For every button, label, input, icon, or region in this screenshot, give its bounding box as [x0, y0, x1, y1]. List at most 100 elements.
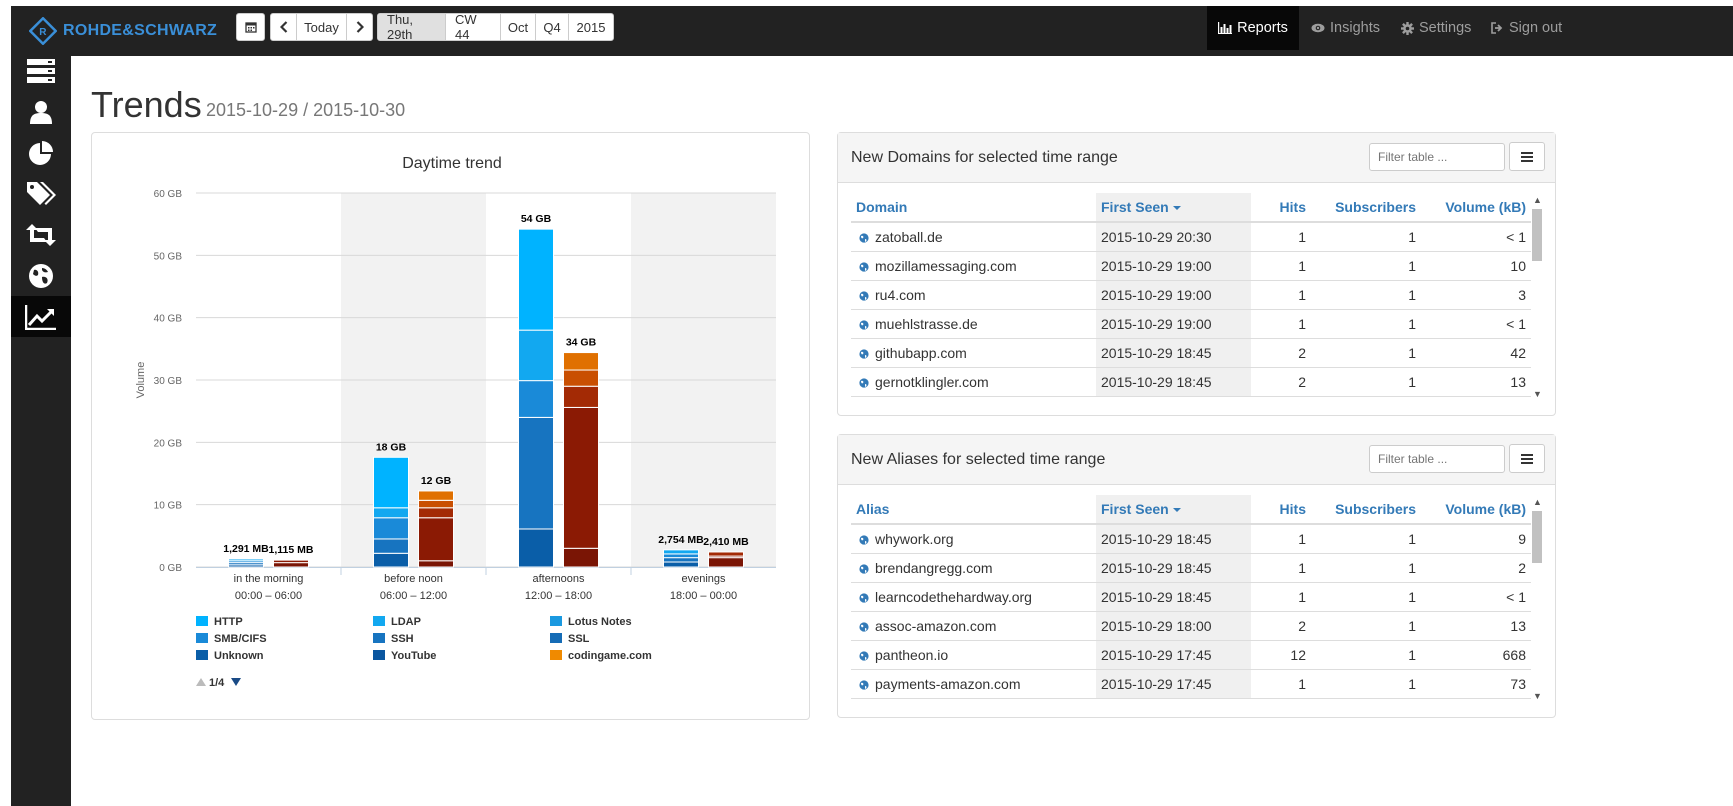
table-row[interactable]: whywork.org 2015-10-29 18:45 1 1 9	[851, 524, 1531, 554]
col-first-seen[interactable]: First Seen	[1096, 193, 1251, 223]
sidebar-item-trends[interactable]	[11, 296, 71, 337]
cell-name[interactable]: whywork.org	[851, 524, 1096, 554]
user-icon	[30, 100, 52, 124]
bar-segment	[273, 559, 309, 564]
next-day-button[interactable]	[347, 14, 372, 40]
sidebar-item-retweet[interactable]	[11, 214, 71, 255]
table-row[interactable]: gernotklingler.com 2015-10-29 18:45 2 1 13	[851, 367, 1531, 397]
cell-name[interactable]: gernotklingler.com	[851, 367, 1096, 397]
scroll-up-icon[interactable]: ▲	[1533, 195, 1542, 205]
daytime-trend-panel: 0 GB 10 GB 20 GB 30 GB 40 GB 50 GB 60 GB Daytim…	[91, 132, 810, 720]
cell-name[interactable]: pantheon.io	[851, 640, 1096, 670]
x-category-time: 12:00 – 18:00	[525, 590, 592, 602]
cell-name[interactable]: payments-amazon.com	[851, 669, 1096, 699]
brand-name: ROHDE&SCHWARZ	[63, 22, 218, 39]
table-row[interactable]: muehlstrasse.de 2015-10-29 19:00 1 1 < 1	[851, 309, 1531, 339]
cell-name[interactable]: ru4.com	[851, 280, 1096, 310]
bar-segment	[373, 538, 409, 554]
bar-segment	[518, 416, 554, 530]
cell-name[interactable]: learncodethehardway.org	[851, 582, 1096, 612]
nav-sign-out[interactable]: Sign out	[1491, 6, 1562, 50]
col-domain[interactable]: Domain	[851, 193, 1096, 223]
bar-total-label: 1,291 MB	[223, 543, 269, 555]
aliases-scrollbar[interactable]: ▲ ▼	[1531, 497, 1543, 703]
x-category-label: evenings	[681, 573, 726, 585]
col-hits[interactable]: Hits	[1251, 193, 1311, 223]
today-button[interactable]: Today	[297, 14, 347, 40]
col-volume[interactable]: Volume (kB)	[1421, 193, 1531, 223]
scroll-up-icon[interactable]: ▲	[1533, 497, 1542, 507]
cell-name[interactable]: brendangregg.com	[851, 553, 1096, 583]
domains-scroll-thumb[interactable]	[1532, 209, 1542, 261]
y-tick-label: 20 GB	[154, 438, 183, 449]
sidebar-item-servers[interactable]	[11, 50, 71, 91]
period-month[interactable]: Oct	[501, 14, 536, 40]
y-tick-label: 10 GB	[154, 501, 183, 512]
table-row[interactable]: brendangregg.com 2015-10-29 18:45 1 1 2	[851, 553, 1531, 583]
nav-insights[interactable]: Insights	[1311, 6, 1380, 50]
cell-name[interactable]: mozillamessaging.com	[851, 251, 1096, 281]
calendar-button[interactable]	[236, 13, 265, 41]
page-title: Trends	[91, 84, 202, 125]
col-volume[interactable]: Volume (kB)	[1421, 495, 1531, 525]
cell-name[interactable]: zatoball.de	[851, 222, 1096, 252]
sidebar-item-world[interactable]	[11, 255, 71, 296]
nav-reports[interactable]: Reports	[1207, 6, 1299, 50]
cell-subscribers: 1	[1311, 524, 1421, 554]
aliases-scroll-thumb[interactable]	[1532, 511, 1542, 563]
cell-subscribers: 1	[1311, 251, 1421, 281]
table-row[interactable]: zatoball.de 2015-10-29 20:30 1 1 < 1	[851, 222, 1531, 252]
legend-label: Unknown	[214, 650, 264, 662]
period-year[interactable]: 2015	[569, 14, 613, 40]
domains-menu-button[interactable]	[1509, 142, 1545, 171]
cell-subscribers: 1	[1311, 640, 1421, 670]
brand-logo[interactable]: R ROHDE&SCHWARZ	[29, 16, 217, 46]
col-alias[interactable]: Alias	[851, 495, 1096, 525]
bar-total-label: 2,410 MB	[703, 536, 749, 548]
new-domains-title: New Domains for selected time range	[851, 149, 1118, 166]
table-row[interactable]: mozillamessaging.com 2015-10-29 19:00 1 1 10	[851, 251, 1531, 281]
col-first-seen[interactable]: First Seen	[1096, 495, 1251, 525]
period-day[interactable]: Thu, 29th	[378, 14, 446, 40]
cell-subscribers: 1	[1311, 582, 1421, 612]
cell-name[interactable]: muehlstrasse.de	[851, 309, 1096, 339]
table-row[interactable]: payments-amazon.com 2015-10-29 17:45 1 1 73	[851, 669, 1531, 699]
col-hits[interactable]: Hits	[1251, 495, 1311, 525]
y-tick-label: 40 GB	[154, 314, 183, 325]
domains-scrollbar[interactable]: ▲ ▼	[1531, 195, 1543, 401]
table-row[interactable]: githubapp.com 2015-10-29 18:45 2 1 42	[851, 338, 1531, 368]
globe-icon	[859, 563, 869, 574]
nav-insights-label: Insights	[1330, 20, 1380, 36]
aliases-filter-input[interactable]	[1369, 445, 1505, 473]
sidebar-item-tags[interactable]	[11, 173, 71, 214]
col-subscribers[interactable]: Subscribers	[1311, 495, 1421, 525]
nav-settings[interactable]: Settings	[1401, 6, 1471, 50]
scroll-down-icon[interactable]: ▼	[1533, 691, 1542, 701]
cell-subscribers: 1	[1311, 611, 1421, 641]
legend-label: Lotus Notes	[568, 616, 632, 628]
cell-volume: < 1	[1421, 309, 1531, 339]
table-row[interactable]: assoc-amazon.com 2015-10-29 18:00 2 1 13	[851, 611, 1531, 641]
globe-icon	[859, 592, 869, 603]
col-subscribers[interactable]: Subscribers	[1311, 193, 1421, 223]
period-quarter[interactable]: Q4	[536, 14, 569, 40]
hamburger-icon	[1521, 453, 1533, 464]
cell-name[interactable]: githubapp.com	[851, 338, 1096, 368]
cell-name[interactable]: assoc-amazon.com	[851, 611, 1096, 641]
previous-day-button[interactable]	[271, 14, 297, 40]
table-row[interactable]: learncodethehardway.org 2015-10-29 18:45 1…	[851, 582, 1531, 612]
bar-segment	[418, 517, 454, 562]
sidebar-item-users[interactable]	[11, 91, 71, 132]
legend-swatch	[373, 650, 385, 660]
legend-swatch	[373, 616, 385, 626]
table-row[interactable]: pantheon.io 2015-10-29 17:45 12 1 668	[851, 640, 1531, 670]
legend-swatch	[550, 616, 562, 626]
aliases-menu-button[interactable]	[1509, 444, 1545, 473]
table-row[interactable]: ru4.com 2015-10-29 19:00 1 1 3	[851, 280, 1531, 310]
sidebar-item-statistics[interactable]	[11, 132, 71, 173]
domains-filter-input[interactable]	[1369, 143, 1505, 171]
period-week[interactable]: CW 44	[446, 14, 501, 40]
daytime-trend-chart: 0 GB 10 GB 20 GB 30 GB 40 GB 50 GB 60 GB Daytim…	[135, 155, 776, 689]
bar-segment	[518, 329, 554, 382]
scroll-down-icon[interactable]: ▼	[1533, 389, 1542, 399]
